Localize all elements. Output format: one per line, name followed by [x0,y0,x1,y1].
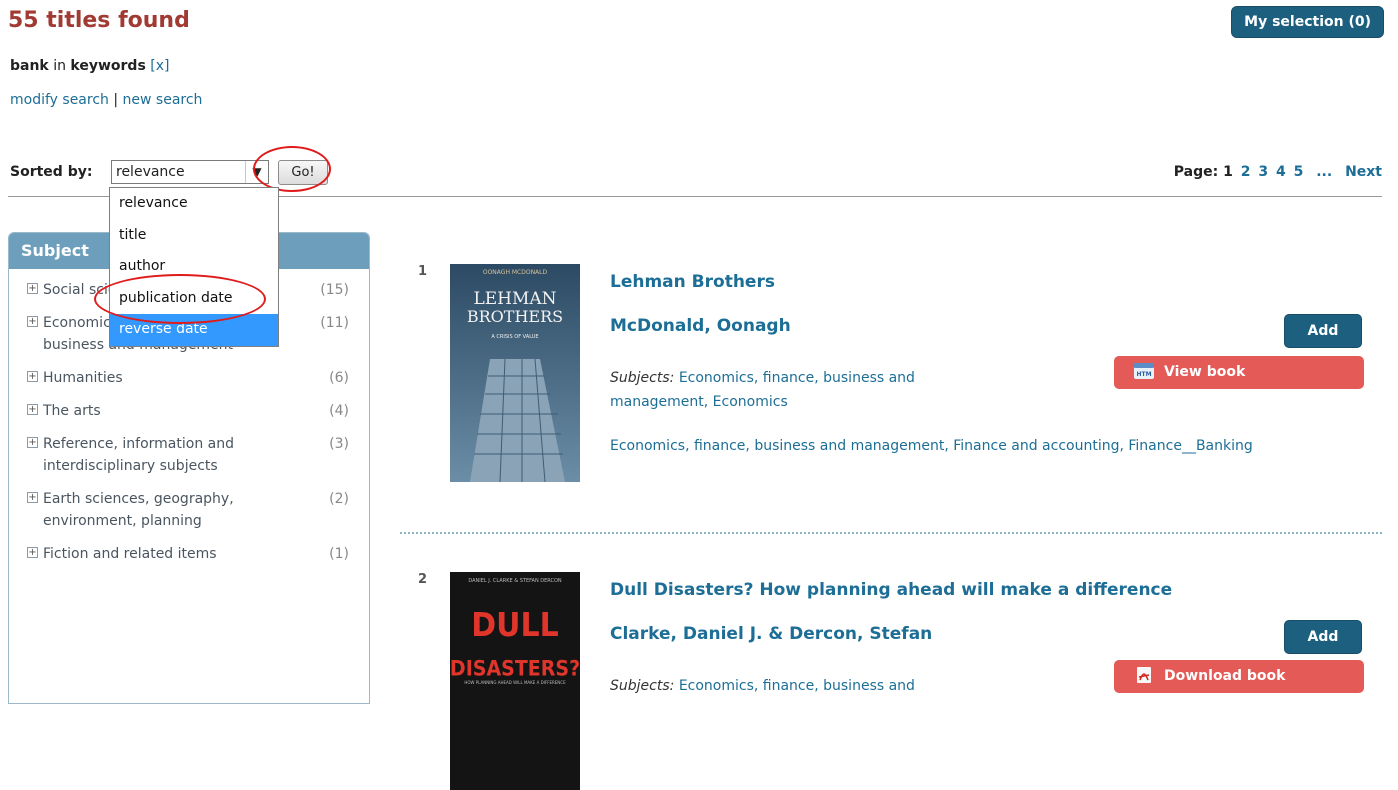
page-link-4[interactable]: 4 [1276,164,1286,180]
page-label: Page: [1173,164,1219,180]
subject-item-count: (4) [329,403,349,419]
results-separator [400,532,1382,534]
subject-item-count: (1) [329,546,349,562]
new-search-link[interactable]: new search [123,92,203,108]
sort-select[interactable]: relevance ▼ [111,160,269,184]
subject-item[interactable]: + Reference, information and interdiscip… [9,433,369,477]
my-selection-button[interactable]: My selection (0) [1231,6,1384,38]
subject-item-count: (6) [329,370,349,386]
subject-item-count: (2) [329,491,349,507]
search-query-summary: bank in keywords [x] [10,58,169,74]
sort-label: Sorted by: [10,164,93,180]
result-author-link[interactable]: Clarke, Daniel J. & Dercon, Stefan [610,624,932,644]
result-tags[interactable]: Economics, finance, business and managem… [610,438,1253,454]
add-button[interactable]: Add [1284,314,1362,348]
subject-item[interactable]: + Humanities (6) [9,367,369,389]
annotation-circle-publication-date [94,274,266,324]
cover-title-line1: LEHMAN [473,289,556,309]
subject-item-count: (15) [320,282,349,298]
result-item: 2 DANIEL J. CLARKE & STEFAN DERCON DULL … [400,572,1380,790]
result-title-link[interactable]: Lehman Brothers [610,272,775,292]
subject-item[interactable]: + The arts (4) [9,400,369,422]
result-number: 2 [418,572,428,587]
subject-item-label[interactable]: Earth sciences, geography, environment, … [43,488,243,532]
htm-icon: HTM [1134,363,1154,379]
expand-plus-icon[interactable]: + [27,547,38,558]
cover-title-line2: DISASTERS? [450,656,580,681]
subjects-label: Subjects: [610,678,675,694]
result-title-link[interactable]: Dull Disasters? How planning ahead will … [610,580,1172,600]
book-cover[interactable]: OONAGH MCDONALD LEHMAN BROTHERS A CRISIS… [450,264,580,482]
subjects-links[interactable]: Economics, finance, business and [679,678,915,694]
subject-item[interactable]: + Fiction and related items (1) [9,543,369,565]
download-book-label: Download book [1164,668,1286,684]
subject-item-label[interactable]: Fiction and related items [43,543,243,565]
link-separator: | [113,92,119,108]
download-book-button[interactable]: Download book [1114,660,1364,693]
modify-search-link[interactable]: modify search [10,92,109,108]
page-link-2[interactable]: 2 [1241,164,1251,180]
cover-author-text: OONAGH MCDONALD [483,269,548,276]
cover-title-line1: DULL [471,606,558,644]
cover-subtitle: HOW PLANNING AHEAD WILL MAKE A DIFFERENC… [464,680,566,685]
result-item: 1 OONAGH MCDONALD LEHMAN BROTHERS A CRIS… [400,264,1380,494]
subject-item[interactable]: + Earth sciences, geography, environment… [9,488,369,532]
view-book-button[interactable]: HTM View book [1114,356,1364,389]
annotation-circle-go [253,146,331,192]
subject-item-label[interactable]: Reference, information and interdiscipli… [43,433,243,477]
expand-plus-icon[interactable]: + [27,371,38,382]
cover-author-text: DANIEL J. CLARKE & STEFAN DERCON [468,578,562,584]
expand-plus-icon[interactable]: + [27,492,38,503]
result-number: 1 [418,264,428,279]
results-count-title: 55 titles found [8,8,190,33]
remove-query-link[interactable]: [x] [150,58,169,74]
expand-plus-icon[interactable]: + [27,316,38,327]
expand-plus-icon[interactable]: + [27,404,38,415]
add-button[interactable]: Add [1284,620,1362,654]
next-page-link[interactable]: Next [1345,164,1382,180]
search-links: modify search | new search [10,92,202,108]
expand-plus-icon[interactable]: + [27,437,38,448]
pagination: Page: 1 2 3 4 5 ... Next [1174,164,1382,180]
query-connector: in [53,58,66,74]
result-subjects: Subjects: Economics, finance, business a… [610,674,980,698]
subject-item-label[interactable]: Humanities [43,367,243,389]
result-author-link[interactable]: McDonald, Oonagh [610,316,791,336]
subject-item-count: (11) [320,315,349,331]
sort-option-relevance[interactable]: relevance [110,188,278,220]
page-ellipsis-link[interactable]: ... [1316,164,1332,180]
query-field: keywords [70,58,146,74]
expand-plus-icon[interactable]: + [27,283,38,294]
subject-item-count: (3) [329,436,349,452]
subjects-label: Subjects: [610,370,675,386]
query-term: bank [10,58,49,74]
sort-selected-value: relevance [116,164,185,180]
view-book-label: View book [1164,364,1246,380]
sort-option-title[interactable]: title [110,220,278,252]
page-link-5[interactable]: 5 [1294,164,1304,180]
cover-title-line2: BROTHERS [467,307,563,326]
page-link-3[interactable]: 3 [1258,164,1268,180]
svg-text:HTM: HTM [1136,371,1151,378]
pdf-icon [1137,667,1151,683]
page-current: 1 [1223,164,1233,180]
cover-subtitle: A CRISIS OF VALUE [491,334,538,340]
result-subjects: Subjects: Economics, finance, business a… [610,366,980,414]
book-cover[interactable]: DANIEL J. CLARKE & STEFAN DERCON DULL DI… [450,572,580,790]
subject-item-label[interactable]: The arts [43,400,243,422]
